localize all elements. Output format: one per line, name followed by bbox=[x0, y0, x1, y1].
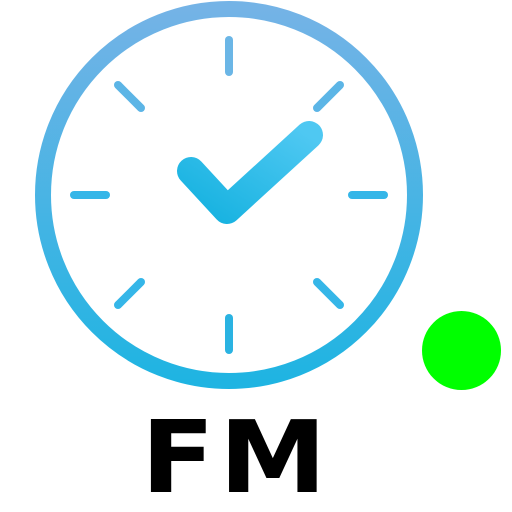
app-label: FM bbox=[141, 399, 331, 512]
tick-10-30 bbox=[114, 81, 145, 112]
app-icon[interactable]: FM bbox=[0, 0, 512, 512]
checkmark bbox=[177, 121, 323, 224]
tick-4-30 bbox=[313, 278, 344, 309]
tick-1-30 bbox=[313, 81, 344, 112]
tick-7-30 bbox=[114, 278, 145, 309]
online-status-dot bbox=[422, 311, 501, 390]
